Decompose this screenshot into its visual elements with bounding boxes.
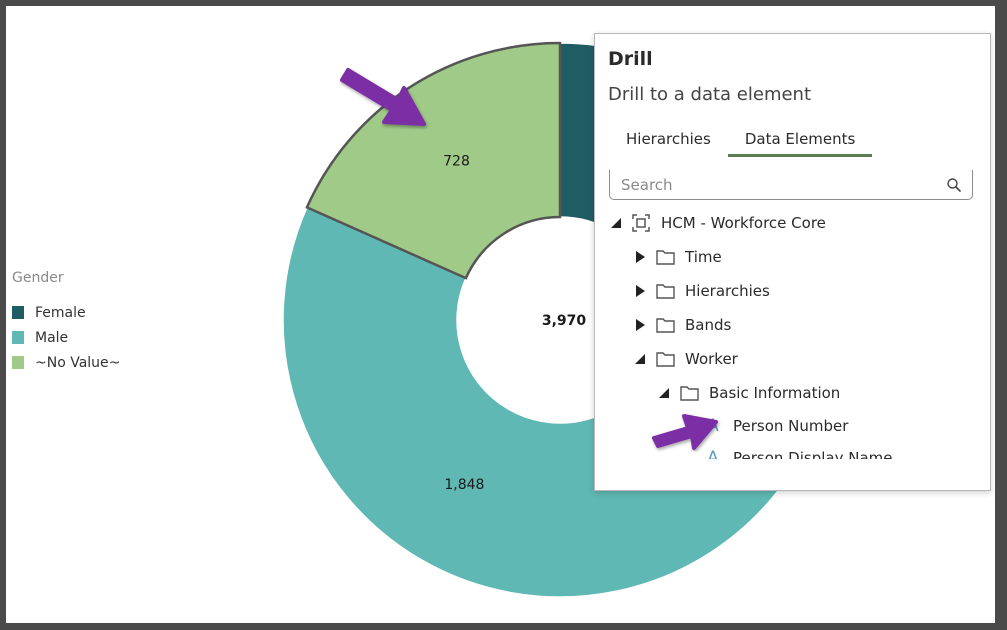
tree-node-label: HCM - Workforce Core xyxy=(661,214,826,232)
collapsed-triangle-icon[interactable] xyxy=(633,284,647,298)
tree-node-label: Worker xyxy=(685,350,738,368)
popup-title: Drill xyxy=(608,48,653,70)
search-input[interactable] xyxy=(610,174,946,195)
legend-item-male[interactable]: Male xyxy=(12,325,120,350)
data-label-no-value: 728 xyxy=(443,154,470,170)
tab-hierarchies[interactable]: Hierarchies xyxy=(609,130,728,157)
tree-node-label: Person Number xyxy=(733,417,849,435)
tree-node-hierarchies[interactable]: Hierarchies xyxy=(609,274,979,308)
tree-node-label: Person Display Name xyxy=(733,449,893,459)
folder-icon xyxy=(655,316,675,334)
subject-area-icon xyxy=(631,214,651,232)
legend: Gender Female Male ~No Value~ xyxy=(12,270,120,375)
tree-node-label: Bands xyxy=(685,316,732,334)
search-icon[interactable] xyxy=(946,177,962,193)
legend-label: Male xyxy=(35,329,69,346)
tree-node-label: Basic Information xyxy=(709,384,841,402)
tree-node-hcm-workforce-core[interactable]: HCM - Workforce Core xyxy=(609,206,979,240)
tab-data-elements[interactable]: Data Elements xyxy=(727,130,873,157)
tree-node-label: Time xyxy=(685,248,722,266)
search-box xyxy=(609,170,973,200)
folder-icon xyxy=(655,282,675,300)
expanded-triangle-icon[interactable] xyxy=(609,216,623,230)
folder-icon xyxy=(655,248,675,266)
legend-item-no-value[interactable]: ~No Value~ xyxy=(12,350,120,375)
tree-node-time[interactable]: Time xyxy=(609,240,979,274)
legend-swatch-male xyxy=(12,331,24,344)
folder-icon xyxy=(655,350,675,368)
collapsed-triangle-icon[interactable] xyxy=(633,318,647,332)
popup-subtitle: Drill to a data element xyxy=(608,84,812,105)
tree-node-label: Hierarchies xyxy=(685,282,770,300)
legend-swatch-no-value xyxy=(12,356,24,369)
canvas: 1,848 728 3,970 Gender Female Male ~No Val… xyxy=(6,6,995,623)
folder-icon xyxy=(679,384,699,402)
legend-swatch-female xyxy=(12,306,24,319)
data-label-male: 1,848 xyxy=(444,477,484,493)
expanded-triangle-icon[interactable] xyxy=(657,386,671,400)
tree-node-worker[interactable]: Worker xyxy=(609,342,979,376)
legend-label: ~No Value~ xyxy=(35,354,121,371)
tab-bar: Hierarchies Data Elements xyxy=(609,130,873,157)
legend-title: Gender xyxy=(12,270,64,286)
legend-item-female[interactable]: Female xyxy=(12,300,120,325)
annotation-arrow-slice xyxy=(340,68,426,126)
tree-node-bands[interactable]: Bands xyxy=(609,308,979,342)
annotation-arrow-person-number xyxy=(652,414,718,450)
expanded-triangle-icon[interactable] xyxy=(633,352,647,366)
legend-label: Female xyxy=(35,304,86,321)
center-total-label: 3,970 xyxy=(542,313,587,329)
collapsed-triangle-icon[interactable] xyxy=(633,250,647,264)
